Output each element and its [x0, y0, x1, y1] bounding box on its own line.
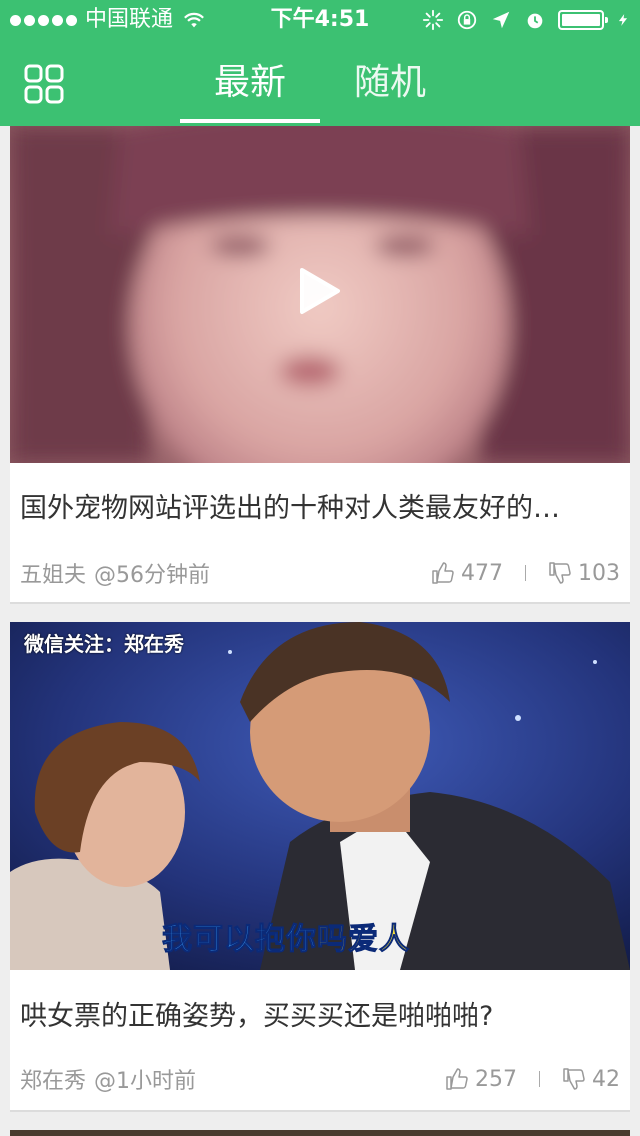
item-title[interactable]: 国外宠物网站评选出的十种对人类最友好的…	[20, 486, 620, 525]
dislike-button[interactable]: 42	[562, 1067, 620, 1092]
header: 中国联通 下午4:51 最新 随机	[0, 0, 640, 126]
alarm-clock-icon	[527, 13, 543, 29]
activity-spinner-icon	[422, 9, 444, 31]
item-time: @1小时前	[94, 1069, 197, 1094]
location-arrow-icon	[492, 11, 510, 29]
item-author[interactable]: 五姐夫	[20, 557, 86, 589]
nav-bar: 最新 随机	[0, 40, 640, 126]
grid-menu-icon[interactable]	[24, 64, 64, 104]
item-meta: 五姐夫 @56分钟前 477 103	[20, 556, 620, 590]
thumbs-down-icon	[549, 562, 571, 584]
subtitle-blue: 我可以抱你	[162, 922, 317, 958]
battery-fill	[562, 14, 600, 26]
charging-bolt-icon	[618, 14, 628, 26]
feed-item[interactable]: 微信关注：郑在秀 我可以抱你吗爱人 哄女票的正确姿势，买买买还是啪啪啪? 郑在秀…	[10, 622, 630, 1112]
video-thumbnail[interactable]: 微信关注：郑在秀 我可以抱你吗爱人	[10, 622, 630, 970]
tab-random[interactable]: 随机	[320, 40, 460, 124]
subtitle-yellow: 吗爱人	[317, 922, 410, 958]
thumbs-down-icon	[563, 1068, 585, 1090]
battery-icon	[558, 10, 608, 30]
app-root: 中国联通 下午4:51 最新 随机 国外宠物网站评选出的十种对人类最友好的… 五…	[0, 0, 640, 1136]
thumbs-up-icon	[432, 562, 454, 584]
active-tab-indicator	[180, 119, 320, 123]
item-time: @56分钟前	[94, 563, 211, 588]
status-right	[422, 0, 630, 40]
item-title[interactable]: 哄女票的正确姿势，买买买还是啪啪啪?	[20, 994, 620, 1033]
like-button[interactable]: 257	[445, 1067, 517, 1092]
tab-newest[interactable]: 最新	[180, 40, 320, 124]
video-subtitle: 我可以抱你吗爱人	[162, 914, 410, 958]
thumbs-up-icon	[446, 1068, 468, 1090]
video-thumbnail[interactable]	[10, 126, 630, 463]
rotation-lock-icon	[457, 10, 477, 30]
like-button[interactable]: 477	[431, 561, 503, 586]
item-meta: 郑在秀 @1小时前 257 42	[20, 1062, 620, 1096]
watermark-text: 微信关注：郑在秀	[24, 632, 184, 656]
vote-divider	[525, 565, 526, 581]
vote-divider	[539, 1071, 540, 1087]
item-author[interactable]: 郑在秀	[20, 1063, 86, 1095]
play-icon[interactable]	[294, 266, 344, 316]
feed-item[interactable]	[10, 1130, 630, 1136]
like-count: 257	[475, 1066, 517, 1092]
dislike-count: 42	[592, 1066, 620, 1092]
status-bar: 中国联通 下午4:51	[0, 0, 640, 40]
dislike-button[interactable]: 103	[548, 561, 620, 586]
dislike-count: 103	[578, 560, 620, 586]
feed-item[interactable]: 国外宠物网站评选出的十种对人类最友好的… 五姐夫 @56分钟前 477 103	[10, 126, 630, 604]
like-count: 477	[461, 560, 503, 586]
